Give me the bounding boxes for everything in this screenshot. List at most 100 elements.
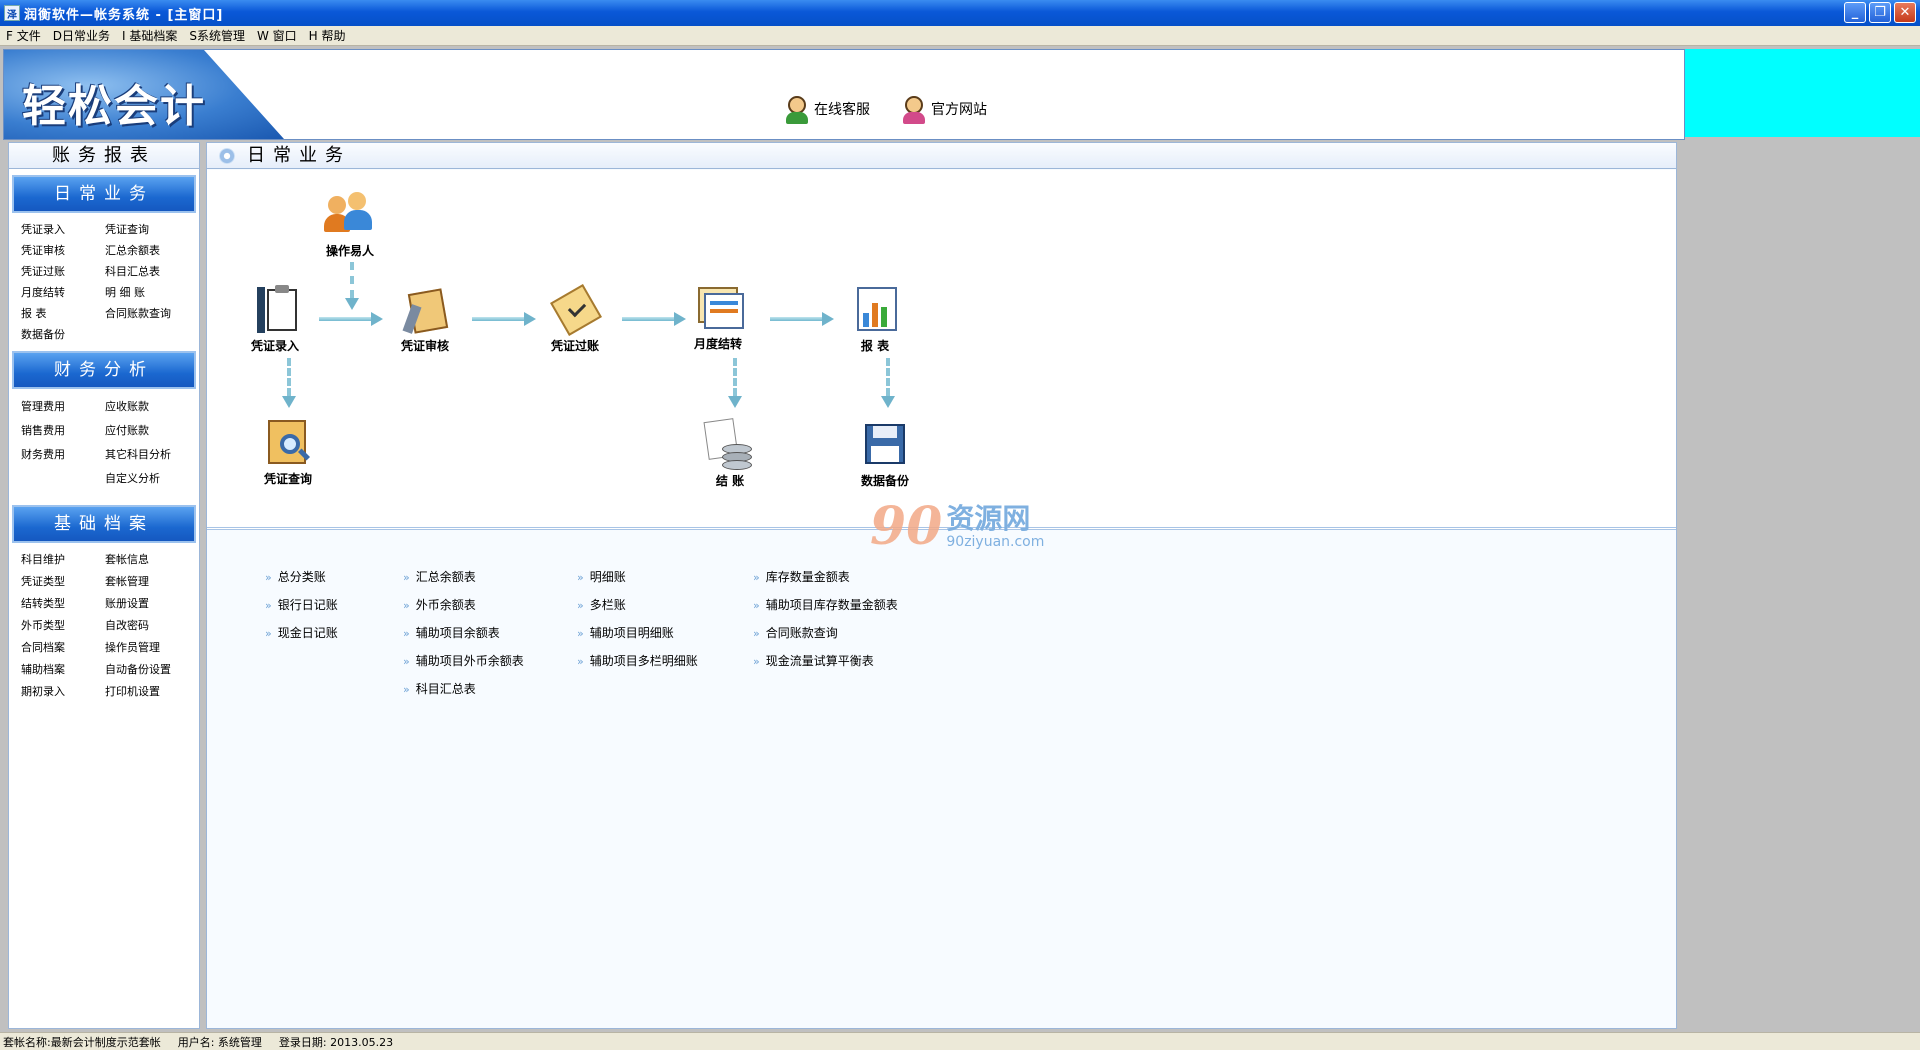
flow-month-end[interactable]: 月度结转 <box>673 283 763 352</box>
official-site-link[interactable]: 官方网站 <box>901 94 987 124</box>
report-link[interactable]: » 辅助项目余额表 <box>403 619 524 647</box>
section-daily-header[interactable]: 日常业务 <box>12 175 196 213</box>
link-currency-type[interactable]: 外币类型 <box>21 615 105 637</box>
report-link[interactable]: » 合同账款查询 <box>753 619 898 647</box>
link-opening-entry[interactable]: 期初录入 <box>21 681 105 703</box>
flow-report-label: 报 表 <box>860 339 890 353</box>
link-empty <box>105 324 205 345</box>
chevron-right-icon: » <box>265 599 272 612</box>
arrow-right-icon <box>472 312 536 326</box>
title-bar: 泽 润衡软件—帐务系统 - [主窗口] _ ❐ ✕ <box>0 0 1920 26</box>
link-voucher-type[interactable]: 凭证类型 <box>21 571 105 593</box>
link-ledger-settings[interactable]: 账册设置 <box>105 593 205 615</box>
report-link[interactable]: » 汇总余额表 <box>403 563 524 591</box>
link-payables[interactable]: 应付账款 <box>105 419 205 443</box>
report-link[interactable]: » 库存数量金额表 <box>753 563 898 591</box>
chevron-right-icon: » <box>265 571 272 584</box>
link-contract-archive[interactable]: 合同档案 <box>21 637 105 659</box>
chevron-right-icon: » <box>577 627 584 640</box>
menu-system[interactable]: S系统管理 <box>183 27 251 44</box>
minimize-button[interactable]: _ <box>1844 2 1866 23</box>
link-voucher-audit[interactable]: 凭证审核 <box>21 240 105 261</box>
chevron-right-icon: » <box>753 655 760 668</box>
flow-voucher-query[interactable]: 凭证查询 <box>243 418 333 487</box>
report-link[interactable]: » 总分类账 <box>265 563 338 591</box>
report-link[interactable]: » 多栏账 <box>577 591 698 619</box>
link-voucher-post[interactable]: 凭证过账 <box>21 261 105 282</box>
right-empty-area <box>1685 140 1920 1029</box>
flow-operator-label: 操作易人 <box>325 244 374 258</box>
restore-button[interactable]: ❐ <box>1869 2 1891 23</box>
report-link[interactable]: » 明细账 <box>577 563 698 591</box>
close-button[interactable]: ✕ <box>1894 2 1916 23</box>
magnifier-icon <box>260 418 316 468</box>
menu-daily[interactable]: D日常业务 <box>47 27 116 44</box>
menu-file[interactable]: F 文件 <box>0 27 47 44</box>
app-icon: 泽 <box>4 5 20 21</box>
link-report[interactable]: 报 表 <box>21 303 105 324</box>
main-title-bar: 日常业务 <box>207 143 1676 169</box>
chevron-right-icon: » <box>265 627 272 640</box>
link-contract-query[interactable]: 合同账款查询 <box>105 303 205 324</box>
clipboard-icon <box>247 285 303 335</box>
link-carryover-type[interactable]: 结转类型 <box>21 593 105 615</box>
flow-closing-label: 结 账 <box>715 474 745 488</box>
watermark-logo: 90 <box>870 496 943 557</box>
link-account-set-manage[interactable]: 套帐管理 <box>105 571 205 593</box>
link-voucher-query[interactable]: 凭证查询 <box>105 219 205 240</box>
link-operator-manage[interactable]: 操作员管理 <box>105 637 205 659</box>
link-sales-expense[interactable]: 销售费用 <box>21 419 105 443</box>
flow-backup[interactable]: 数据备份 <box>840 420 930 489</box>
chevron-right-icon: » <box>753 627 760 640</box>
report-link[interactable]: » 辅助项目外币余额表 <box>403 647 524 675</box>
floppy-disk-icon <box>857 420 913 470</box>
report-link[interactable]: » 辅助项目明细账 <box>577 619 698 647</box>
link-detail-ledger[interactable]: 明 细 账 <box>105 282 205 303</box>
report-link[interactable]: » 辅助项目多栏明细账 <box>577 647 698 675</box>
menu-help[interactable]: H 帮助 <box>303 27 352 44</box>
flow-voucher-audit[interactable]: 凭证审核 <box>380 285 470 354</box>
flow-operator[interactable]: 操作易人 <box>305 190 395 259</box>
flow-report[interactable]: 报 表 <box>830 285 920 354</box>
link-month-end[interactable]: 月度结转 <box>21 282 105 303</box>
menu-window[interactable]: W 窗口 <box>251 27 303 44</box>
section-archive-header[interactable]: 基础档案 <box>12 505 196 543</box>
link-admin-expense[interactable]: 管理费用 <box>21 395 105 419</box>
chevron-right-icon: » <box>403 599 410 612</box>
link-subject-summary[interactable]: 科目汇总表 <box>105 261 205 282</box>
arrow-right-icon <box>770 312 834 326</box>
report-link[interactable]: » 科目汇总表 <box>403 675 524 703</box>
section-analysis-header[interactable]: 财务分析 <box>12 351 196 389</box>
report-link[interactable]: » 现金日记账 <box>265 619 338 647</box>
chevron-right-icon: » <box>403 683 410 696</box>
report-link[interactable]: » 银行日记账 <box>265 591 338 619</box>
link-auto-backup[interactable]: 自动备份设置 <box>105 659 205 681</box>
flow-voucher-entry[interactable]: 凭证录入 <box>230 285 320 354</box>
flow-closing[interactable]: 结 账 <box>685 418 775 489</box>
link-aux-archive[interactable]: 辅助档案 <box>21 659 105 681</box>
report-chart-icon <box>847 285 903 335</box>
link-account-set-info[interactable]: 套帐信息 <box>105 549 205 571</box>
link-voucher-entry[interactable]: 凭证录入 <box>21 219 105 240</box>
link-other-subject-analysis[interactable]: 其它科目分析 <box>105 443 205 467</box>
link-finance-expense[interactable]: 财务费用 <box>21 443 105 467</box>
flow-voucher-post[interactable]: 凭证过账 <box>530 284 620 354</box>
post-icon <box>547 284 603 336</box>
report-link[interactable]: » 辅助项目库存数量金额表 <box>753 591 898 619</box>
link-summary-balance[interactable]: 汇总余额表 <box>105 240 205 261</box>
link-custom-analysis[interactable]: 自定义分析 <box>105 467 205 491</box>
report-column-1: » 总分类账 » 银行日记账 » 现金日记账 <box>265 563 338 647</box>
link-data-backup[interactable]: 数据备份 <box>21 324 105 345</box>
coins-icon <box>702 418 758 470</box>
menu-archive[interactable]: I 基础档案 <box>116 27 183 44</box>
link-receivables[interactable]: 应收账款 <box>105 395 205 419</box>
link-change-password[interactable]: 自改密码 <box>105 615 205 637</box>
arrow-down-icon <box>282 358 296 408</box>
official-site-label: 官方网站 <box>931 102 987 118</box>
report-link[interactable]: » 外币余额表 <box>403 591 524 619</box>
online-service-label: 在线客服 <box>814 102 870 118</box>
link-printer-settings[interactable]: 打印机设置 <box>105 681 205 703</box>
link-subject-maintain[interactable]: 科目维护 <box>21 549 105 571</box>
report-link[interactable]: » 现金流量试算平衡表 <box>753 647 898 675</box>
online-service-link[interactable]: 在线客服 <box>784 94 870 124</box>
